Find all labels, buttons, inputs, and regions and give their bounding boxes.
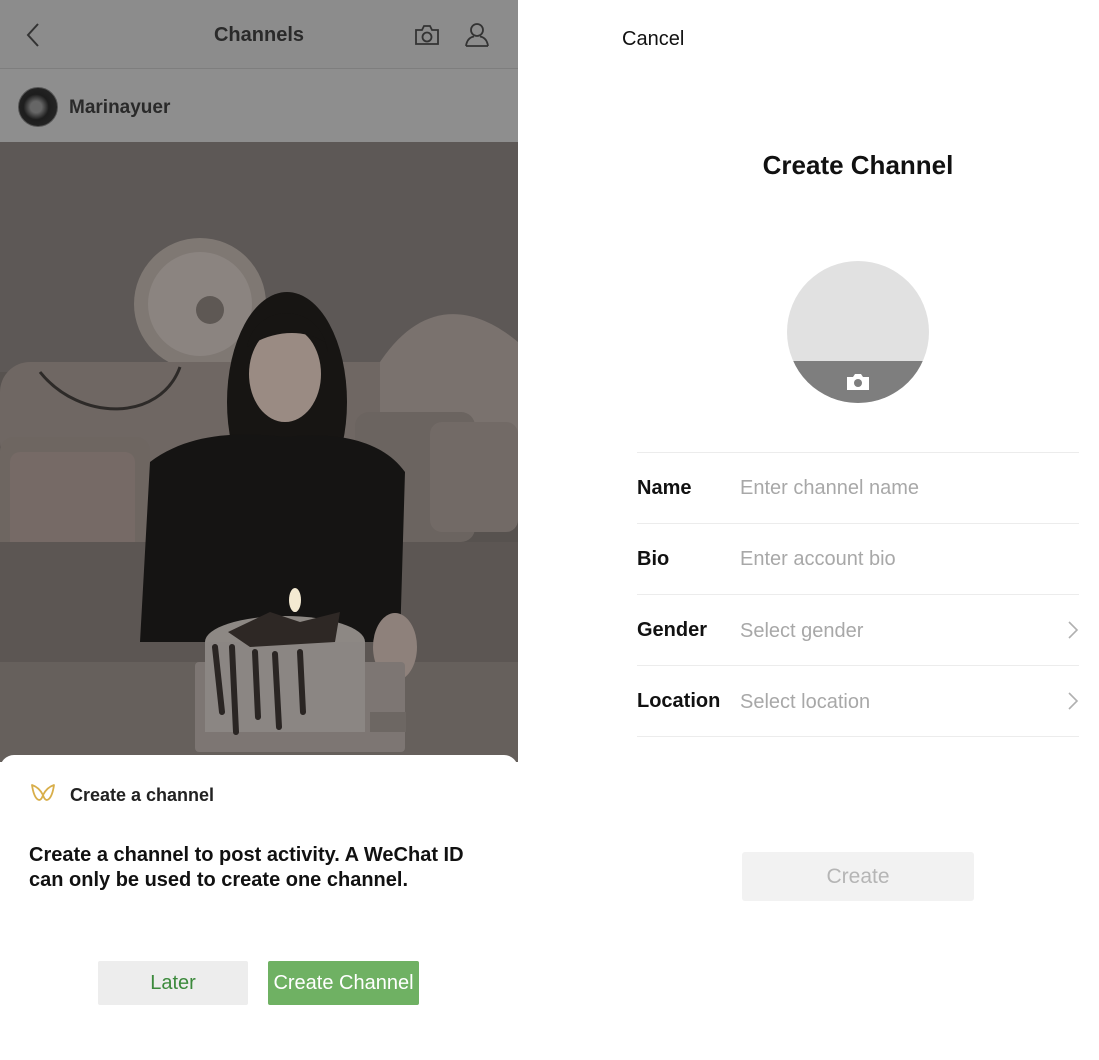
gender-row[interactable]: Gender Select gender [637,595,1079,666]
channels-screen: Channels Marinayuer Create a channel Cre… [0,0,518,1060]
location-row[interactable]: Location Select location [637,666,1079,737]
chevron-right-icon [1068,692,1079,710]
channels-logo-icon [31,784,55,801]
gender-select[interactable]: Select gender [740,620,863,643]
avatar-upload-band [787,361,929,403]
page-title: Create Channel [762,150,954,180]
avatar[interactable] [18,87,58,127]
gender-label: Gender [637,619,708,641]
bio-label: Bio [637,548,670,570]
create-channel-button[interactable]: Create Channel [268,961,419,1005]
photo-illustration [0,142,518,762]
chevron-right-icon [1068,621,1079,639]
channel-form: Name Bio Gender Select gender Location S… [637,452,1079,737]
name-input[interactable] [740,471,1040,505]
person-icon [465,23,489,47]
cancel-button[interactable]: Cancel [622,28,684,51]
sheet-heading: Create a channel [70,784,215,805]
bio-row: Bio [637,524,1079,595]
create-channel-sheet: Create a channel Create a channel to pos… [0,755,518,1060]
bio-input[interactable] [740,542,1040,576]
avatar-upload[interactable] [787,261,929,403]
nav-bar: Channels [0,0,518,68]
author-bar[interactable]: Marinayuer [0,68,518,142]
profile-button[interactable] [462,20,492,50]
username[interactable]: Marinayuer [69,97,170,119]
location-select[interactable]: Select location [740,691,870,714]
create-button[interactable]: Create [742,852,974,901]
name-row: Name [637,453,1079,524]
camera-button[interactable] [412,20,442,50]
location-label: Location [637,690,721,712]
camera-icon [847,374,869,390]
post-photo[interactable] [0,142,518,762]
later-button[interactable]: Later [98,961,248,1005]
create-channel-screen: Cancel Create Channel Name Bio Gender Se… [518,0,1099,1060]
name-label: Name [637,477,692,499]
sheet-message: Create a channel to post activity. A WeC… [29,844,464,891]
sheet-header: Create a channel [30,783,214,807]
camera-icon [415,25,439,45]
